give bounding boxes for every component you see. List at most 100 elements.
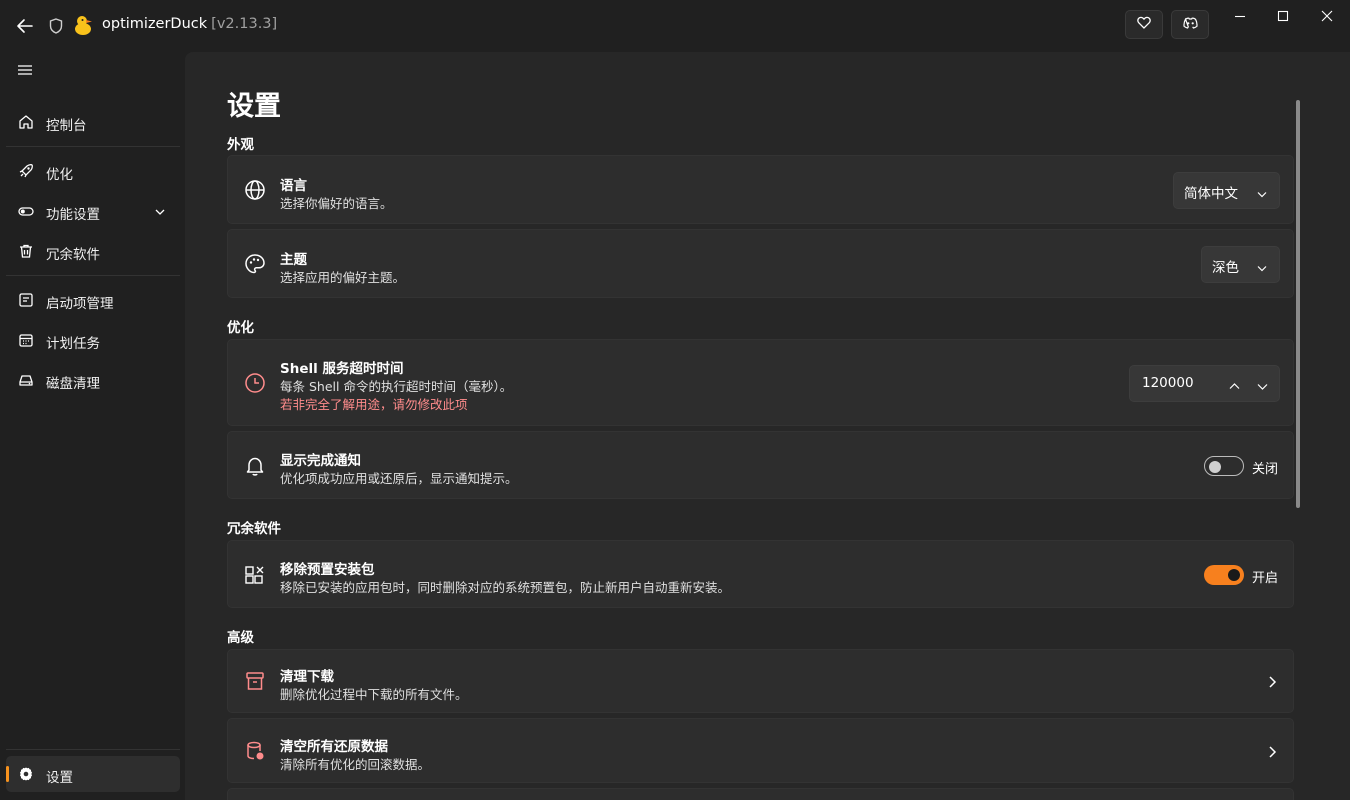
chevron-down-icon [1257,261,1267,272]
setting-description: 优化项成功应用或还原后，显示通知提示。 [280,471,518,486]
toggle-knob [1228,569,1240,581]
palette-icon [244,253,266,275]
chevron-down-icon [1257,187,1267,198]
setting-description: 选择应用的偏好主题。 [280,270,406,285]
toggle-knob [1209,461,1221,473]
chevron-right-icon [1267,675,1277,689]
sidebar-item-label: 磁盘清理 [46,376,100,392]
duck-logo-icon [73,14,93,36]
clock-icon [244,372,266,394]
favorite-button[interactable] [1125,10,1163,39]
language-setting-card: 语言 选择你偏好的语言。 简体中文 [227,155,1294,224]
divider [6,146,180,147]
section-heading-optimize: 优化 [227,320,254,336]
setting-title: 主题 [280,252,307,268]
sidebar-item-label: 功能设置 [46,207,100,223]
setting-description: 选择你偏好的语言。 [280,196,393,211]
globe-icon [244,179,266,201]
title-bar: optimizerDuck [v2.13.3] [0,0,1350,52]
sidebar-item-label: 计划任务 [46,336,100,352]
apps-remove-icon [244,564,266,586]
rocket-icon [18,163,34,179]
app-title: optimizerDuck [v2.13.3] [102,16,277,32]
close-button[interactable] [1313,8,1341,28]
trash-icon [18,243,34,259]
setting-description: 每条 Shell 命令的执行超时时间（毫秒）。 [280,379,513,394]
setting-description: 移除已安装的应用包时，同时删除对应的系统预置包，防止新用户自动重新安装。 [280,580,731,595]
section-heading-appearance: 外观 [227,137,254,153]
notification-setting-card: 显示完成通知 优化项成功应用或还原后，显示通知提示。 关闭 [227,431,1294,499]
sidebar-item-label: 设置 [46,770,73,786]
setting-description: 删除优化过程中下载的所有文件。 [280,687,468,702]
sidebar-item-label: 冗余软件 [46,247,100,263]
clean-downloads-card[interactable]: 清理下载 删除优化过程中下载的所有文件。 [227,649,1294,713]
toggle-state-label: 开启 [1252,571,1279,586]
startup-apps-icon [18,292,34,308]
app-version: [v2.13.3] [211,16,278,32]
discord-icon [1182,17,1198,33]
setting-title: 清空所有还原数据 [280,739,388,755]
sidebar-item-disk-cleanup[interactable]: 磁盘清理 [6,362,180,398]
minimize-icon [1234,10,1246,26]
setting-description: 清除所有优化的回滚数据。 [280,757,431,772]
heart-icon [1137,16,1151,33]
warning-text: 若非完全了解用途，请勿修改此项 [280,397,468,412]
settings-page: 设置 外观 语言 选择你偏好的语言。 简体中文 主题 选择应用的偏好主题。 深色… [185,52,1350,800]
remove-preinstalled-setting-card: 移除预置安装包 移除已安装的应用包时，同时删除对应的系统预置包，防止新用户自动重… [227,540,1294,608]
sidebar-item-scheduled-tasks[interactable]: 计划任务 [6,322,180,358]
hamburger-menu-icon[interactable] [16,63,34,77]
sidebar-item-optimize[interactable]: 优化 [6,153,180,189]
app-name: optimizerDuck [102,16,208,32]
sidebar-item-startup[interactable]: 启动项管理 [6,282,180,318]
archive-box-icon [244,670,266,692]
setting-title: 显示完成通知 [280,453,361,469]
vertical-scrollbar[interactable] [1296,100,1300,508]
toggle-state-label: 关闭 [1252,462,1279,477]
shell-timeout-setting-card: Shell 服务超时时间 每条 Shell 命令的执行超时时间（毫秒）。 若非完… [227,339,1294,426]
sidebar-item-features[interactable]: 功能设置 [6,193,180,229]
chevron-right-icon [1267,745,1277,759]
number-value: 120000 [1142,375,1194,391]
section-heading-advanced: 高级 [227,630,254,646]
setting-title: Shell 服务超时时间 [280,361,404,377]
sidebar-item-settings[interactable]: 设置 [6,756,180,792]
next-setting-card[interactable] [227,788,1294,800]
active-indicator [6,766,9,782]
maximize-icon [1277,10,1289,26]
discord-button[interactable] [1171,10,1209,39]
sidebar-item-bloatware[interactable]: 冗余软件 [6,233,180,269]
sidebar-item-label: 启动项管理 [46,296,114,312]
divider [6,749,180,750]
notification-toggle[interactable] [1204,456,1244,476]
chevron-down-icon[interactable] [1257,380,1268,395]
page-title: 设置 [227,91,281,122]
close-icon [1321,10,1333,26]
timeout-number-input[interactable]: 120000 [1129,365,1280,402]
shield-icon [48,17,64,35]
sidebar: 控制台 优化 功能设置 冗余软件 启动项管理 计划任务 磁盘清理 设置 [0,52,185,800]
chevron-up-icon[interactable] [1229,379,1240,394]
gear-icon [18,766,34,782]
drive-icon [18,372,34,388]
select-value: 简体中文 [1184,186,1238,202]
sidebar-item-label: 优化 [46,167,73,183]
setting-title: 语言 [280,178,307,194]
home-icon [18,114,34,130]
divider [6,275,180,276]
clear-restore-data-card[interactable]: 清空所有还原数据 清除所有优化的回滚数据。 [227,718,1294,783]
select-value: 深色 [1212,260,1239,276]
minimize-button[interactable] [1226,8,1254,28]
maximize-button[interactable] [1269,8,1297,28]
toggle-icon [18,203,34,219]
remove-preinstalled-toggle[interactable] [1204,565,1244,585]
database-delete-icon [244,740,266,762]
setting-title: 移除预置安装包 [280,562,375,578]
bell-icon [244,455,266,477]
back-arrow-icon[interactable] [14,15,36,37]
theme-select[interactable]: 深色 [1201,246,1280,283]
section-heading-bloatware: 冗余软件 [227,521,281,537]
language-select[interactable]: 简体中文 [1173,172,1280,209]
sidebar-item-dashboard[interactable]: 控制台 [6,104,180,140]
theme-setting-card: 主题 选择应用的偏好主题。 深色 [227,229,1294,298]
chevron-down-icon [154,206,166,216]
